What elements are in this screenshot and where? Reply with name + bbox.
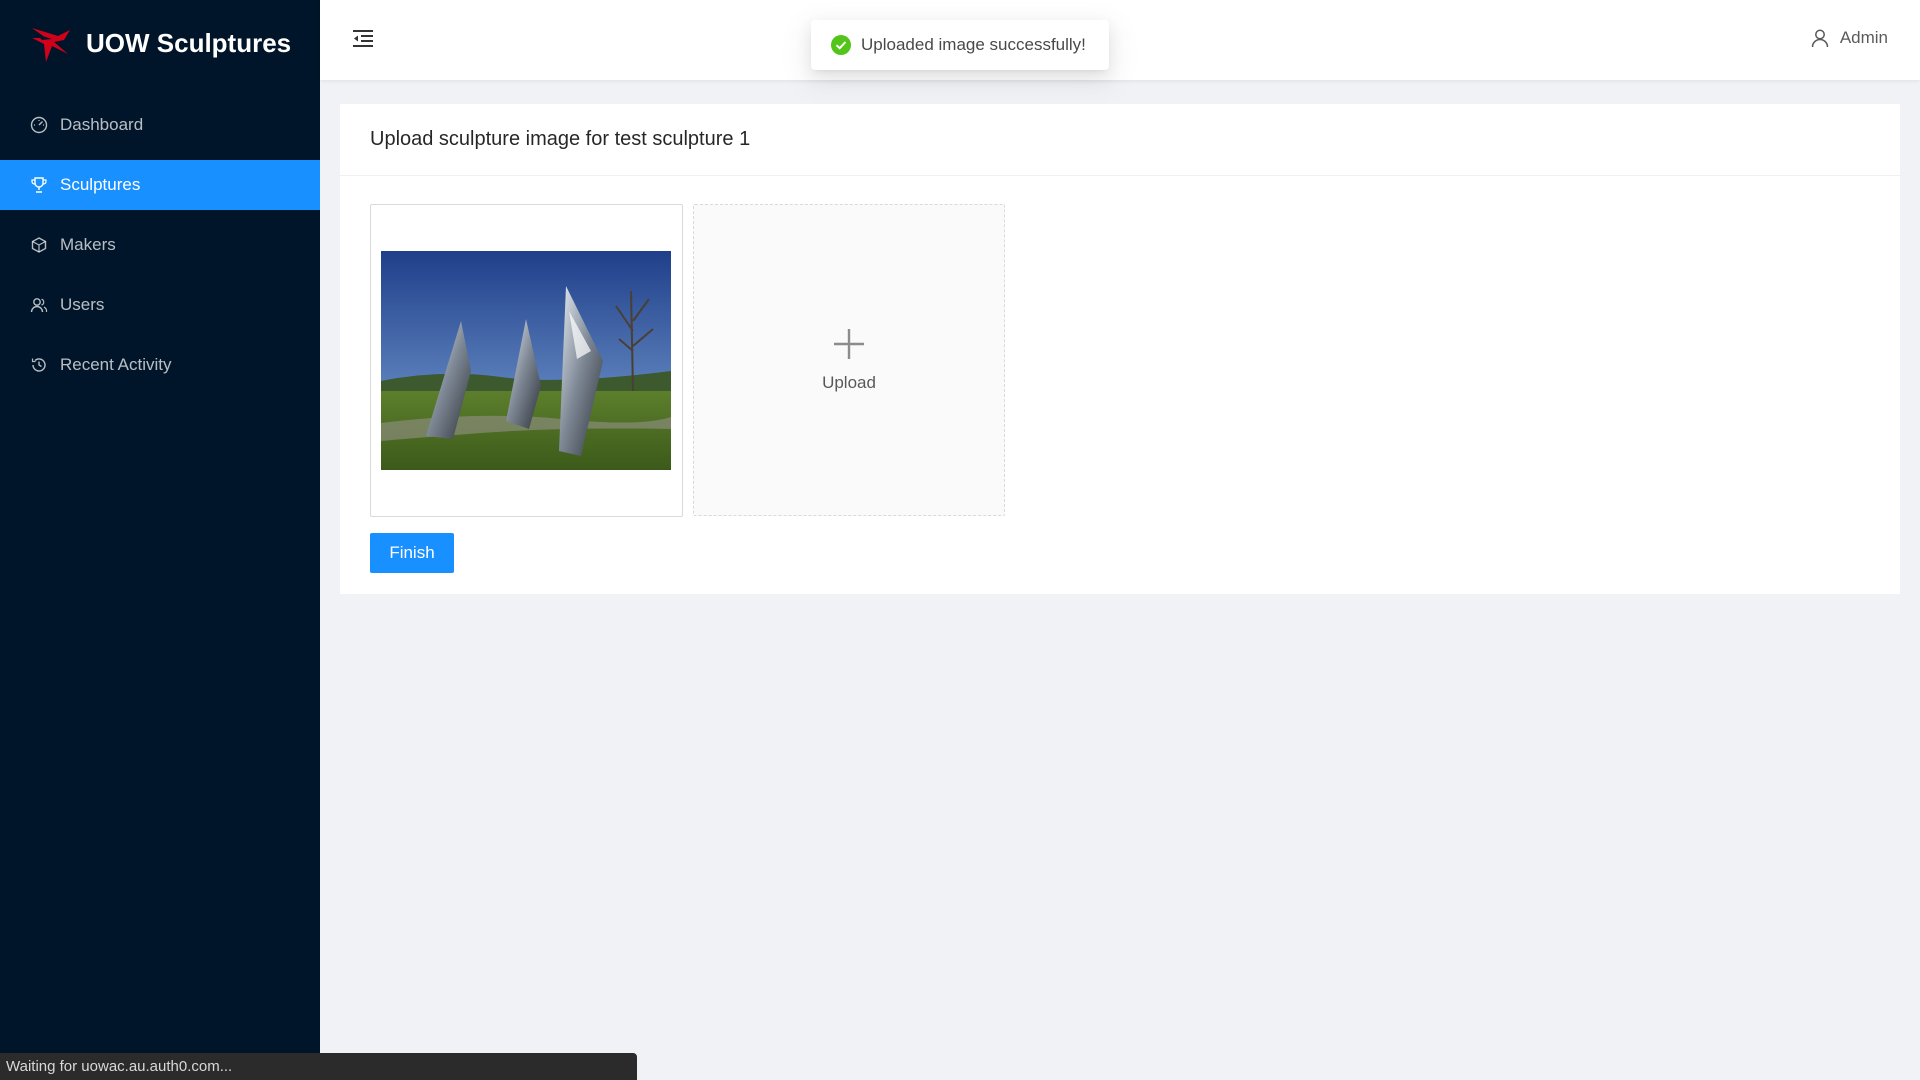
sidebar-item-dashboard[interactable]: Dashboard [0,100,320,150]
app-title: UOW Sculptures [86,27,292,58]
app-logo[interactable]: UOW Sculptures [0,0,320,86]
check-circle-icon [831,35,851,55]
cube-icon [30,236,48,254]
finish-button[interactable]: Finish [370,533,454,573]
user-menu[interactable]: Admin [1810,28,1888,48]
sidebar: UOW Sculptures Dashboard Sculptures Make… [0,0,320,1080]
sidebar-menu: Dashboard Sculptures Makers Users Recent… [0,100,320,390]
sidebar-item-users[interactable]: Users [0,280,320,330]
top-header: Admin [320,0,1920,80]
card-title: Upload sculpture image for test sculptur… [340,104,1900,176]
sidebar-item-recent-activity[interactable]: Recent Activity [0,340,320,390]
success-toast: Uploaded image successfully! [811,20,1109,70]
uploaded-image-thumbnail[interactable] [370,204,683,517]
sidebar-item-label: Makers [60,235,116,254]
sidebar-item-sculptures[interactable]: Sculptures [0,160,320,210]
upload-button[interactable]: Upload [693,204,1005,516]
browser-status-bar: Waiting for uowac.au.auth0.com... [0,1053,637,1080]
menu-fold-icon[interactable] [350,26,376,52]
toast-message: Uploaded image successfully! [861,35,1086,54]
plus-icon [834,329,864,359]
card-body: Upload Finish [340,176,1900,573]
upload-label: Upload [822,373,876,392]
user-group-icon [30,296,48,314]
sidebar-item-label: Sculptures [60,175,141,194]
user-name: Admin [1839,28,1888,47]
user-icon [1811,29,1829,48]
sidebar-item-makers[interactable]: Makers [0,220,320,270]
sculpture-photo [381,251,671,470]
sidebar-item-label: Dashboard [60,115,144,134]
sidebar-item-label: Users [60,295,105,314]
dashboard-icon [30,116,48,134]
upload-card: Upload sculpture image for test sculptur… [340,104,1900,594]
trophy-icon [30,176,48,194]
history-icon [30,356,48,374]
logo-icon [32,28,70,62]
sidebar-item-label: Recent Activity [60,355,172,374]
